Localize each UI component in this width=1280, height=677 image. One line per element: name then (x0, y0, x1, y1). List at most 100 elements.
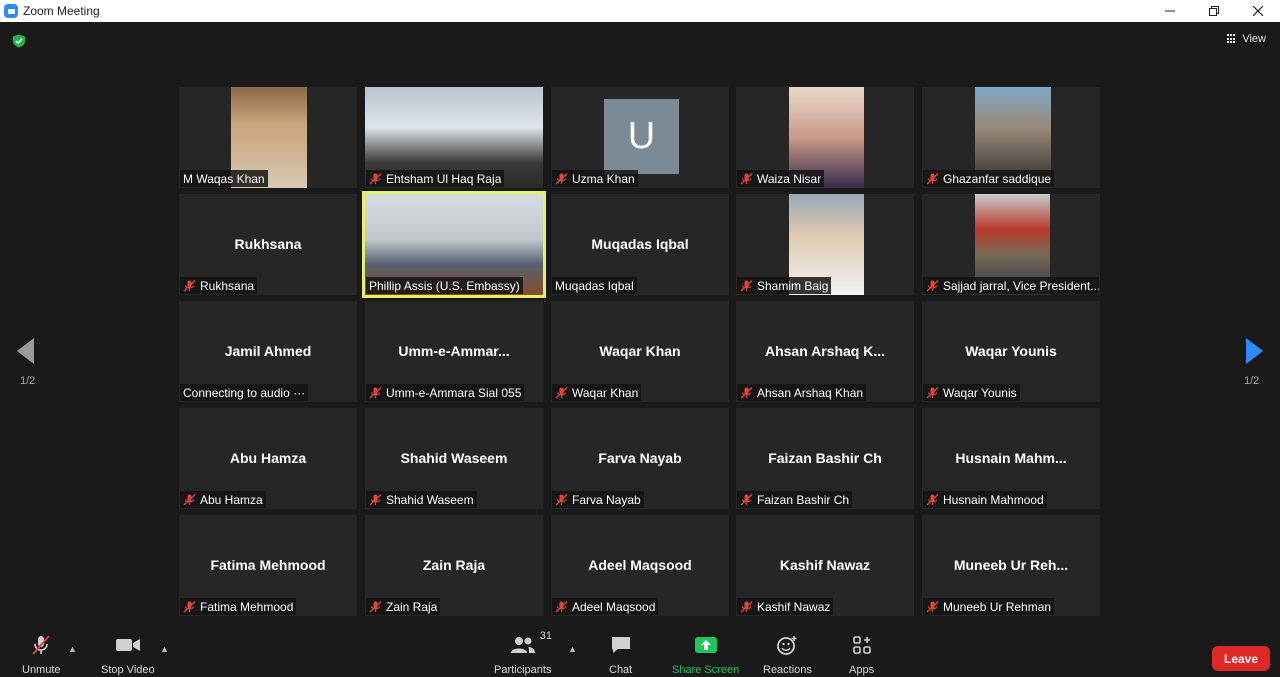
participant-name-label: M Waqas Khan (180, 170, 268, 187)
participant-name-text: Muqadas Iqbal (555, 278, 634, 293)
unmute-label: Unmute (22, 664, 61, 676)
apps-label: Apps (849, 664, 875, 676)
participant-tile[interactable]: Adeel Maqsood Adeel Maqsood (551, 515, 729, 616)
participant-tile[interactable]: Waiza Nisar (736, 87, 914, 188)
participant-name-text: Ahsan Arshaq Khan (757, 385, 864, 400)
close-button[interactable] (1236, 0, 1280, 22)
participant-name-label: Farva Nayab (552, 491, 644, 508)
participant-name-text: Phillip Assis (U.S. Embassy) (369, 278, 520, 293)
encryption-shield-icon[interactable] (12, 34, 26, 48)
leave-button[interactable]: Leave (1212, 646, 1270, 671)
participant-tile[interactable]: Faizan Bashir Ch Faizan Bashir Ch (736, 408, 914, 509)
video-options-caret-icon[interactable]: ▲ (160, 644, 169, 654)
participant-tile[interactable]: Zain Raja Zain Raja (365, 515, 543, 616)
participant-display-name: Zain Raja (422, 557, 486, 573)
participant-name-text: Farva Nayab (572, 492, 641, 507)
participant-tile[interactable]: Farva Nayab Farva Nayab (551, 408, 729, 509)
participant-tile[interactable]: Waqar Younis Waqar Younis (922, 301, 1100, 402)
participant-name-label: Waqar Younis (923, 384, 1020, 401)
participant-name-text: Kashif Nawaz (757, 599, 831, 614)
participant-name-label: Shamim Baig (737, 277, 832, 294)
participant-tile[interactable]: Fatima Mehmood Fatima Mehmood (179, 515, 357, 616)
participant-tile[interactable]: Rukhsana Rukhsana (179, 194, 357, 295)
share-screen-button[interactable]: Share Screen (672, 634, 739, 676)
participant-tile[interactable]: Husnain Mahm... Husnain Mahmood (922, 408, 1100, 509)
zoom-app-icon (4, 4, 18, 18)
muted-mic-icon (740, 172, 753, 185)
chat-button[interactable]: Chat (609, 634, 632, 676)
participant-tile[interactable]: Umm-e-Ammar... Umm-e-Ammara Sial 055 (365, 301, 543, 402)
next-page-arrow-icon[interactable] (1246, 338, 1263, 364)
participant-name-label: Ahsan Arshaq Khan (737, 384, 867, 401)
participant-tile[interactable]: Shahid Waseem Shahid Waseem (365, 408, 543, 509)
participant-display-name: Husnain Mahm... (955, 450, 1067, 466)
apps-button[interactable]: Apps (849, 634, 874, 676)
participant-name-text: Abu Hamza (200, 492, 263, 507)
audio-options-caret-icon[interactable]: ▲ (68, 644, 77, 654)
restore-button[interactable] (1192, 0, 1236, 22)
participant-tile[interactable]: Ahsan Arshaq K... Ahsan Arshaq Khan (736, 301, 914, 402)
participant-tile[interactable]: M Waqas Khan (179, 87, 357, 188)
view-label: View (1242, 33, 1266, 45)
participant-display-name: Adeel Maqsood (588, 557, 692, 573)
reactions-button[interactable]: Reactions (763, 634, 812, 676)
participant-tile[interactable]: Ehtsham Ul Haq Raja (365, 87, 543, 188)
participant-tile[interactable]: Waqar Khan Waqar Khan (551, 301, 729, 402)
chat-label: Chat (609, 664, 633, 676)
unmute-button[interactable]: Unmute (22, 634, 61, 676)
minimize-icon (1165, 10, 1175, 12)
participant-name-label: Kashif Nawaz (737, 598, 834, 615)
participant-avatar: U (604, 99, 679, 174)
participant-name-label: Umm-e-Ammara Sial 055 (366, 384, 525, 401)
participant-display-name: Abu Hamza (229, 450, 307, 466)
muted-mic-icon (183, 600, 196, 613)
participant-name-label: Muneeb Ur Rehman (923, 598, 1055, 615)
participant-name-label: Uzma Khan (552, 170, 638, 187)
participant-tile[interactable]: Ghazanfar saddique (922, 87, 1100, 188)
participant-display-name: Fatima Mehmood (210, 557, 326, 573)
participant-display-name: Umm-e-Ammar... (398, 343, 510, 359)
participant-tile[interactable]: Muqadas Iqbal Muqadas Iqbal (551, 194, 729, 295)
participant-tile[interactable]: Shamim Baig (736, 194, 914, 295)
muted-mic-icon (740, 279, 753, 292)
participant-display-name: Jamil Ahmed (224, 343, 312, 359)
participant-name-label: Zain Raja (366, 598, 441, 615)
participants-options-caret-icon[interactable]: ▲ (568, 644, 577, 654)
window-controls (1148, 0, 1280, 22)
share-screen-icon (694, 637, 717, 653)
participant-tile[interactable]: U Uzma Khan (551, 87, 729, 188)
participant-display-name: Muqadas Iqbal (591, 236, 689, 252)
video-camera-icon (115, 639, 140, 651)
muted-mic-icon (740, 493, 753, 506)
meeting-toolbar: Unmute ▲ Stop Video ▲ 31 Participants ▲ … (0, 628, 1280, 677)
view-button[interactable]: View (1227, 33, 1266, 45)
muted-mic-icon (369, 172, 382, 185)
participant-name-text: Waqar Khan (572, 385, 639, 400)
muted-mic-icon (555, 600, 568, 613)
participant-tile[interactable]: Sajjad jarral, Vice President... (922, 194, 1100, 295)
participant-tile[interactable]: Muneeb Ur Reh... Muneeb Ur Rehman (922, 515, 1100, 616)
stop-video-button[interactable]: Stop Video (101, 634, 155, 676)
close-icon (1253, 6, 1263, 16)
participant-name-label: Shahid Waseem (366, 491, 477, 508)
muted-mic-icon (555, 493, 568, 506)
reactions-label: Reactions (763, 664, 812, 676)
participant-name-label: Abu Hamza (180, 491, 266, 508)
participants-button[interactable]: 31 Participants (494, 630, 552, 676)
participant-name-text: Connecting to audio ··· (183, 385, 306, 400)
participant-tile[interactable]: Jamil Ahmed Connecting to audio ··· (179, 301, 357, 402)
participant-tile[interactable]: Phillip Assis (U.S. Embassy) (362, 191, 546, 298)
muted-mic-icon (369, 493, 382, 506)
previous-page-arrow-icon[interactable] (17, 338, 34, 364)
participant-name-text: Adeel Maqsood (572, 599, 656, 614)
participant-name-text: Ghazanfar saddique (943, 171, 1052, 186)
participant-name-label: Waqar Khan (552, 384, 642, 401)
participant-display-name: Waqar Younis (965, 343, 1057, 359)
participant-name-text: Umm-e-Ammara Sial 055 (386, 385, 522, 400)
participant-name-text: Zain Raja (386, 599, 438, 614)
participant-tile[interactable]: Kashif Nawaz Kashif Nawaz (736, 515, 914, 616)
participant-tile[interactable]: Abu Hamza Abu Hamza (179, 408, 357, 509)
participant-name-text: Fatima Mehmood (200, 599, 294, 614)
minimize-button[interactable] (1148, 0, 1192, 22)
page-indicator-right: 1/2 (1244, 375, 1260, 387)
